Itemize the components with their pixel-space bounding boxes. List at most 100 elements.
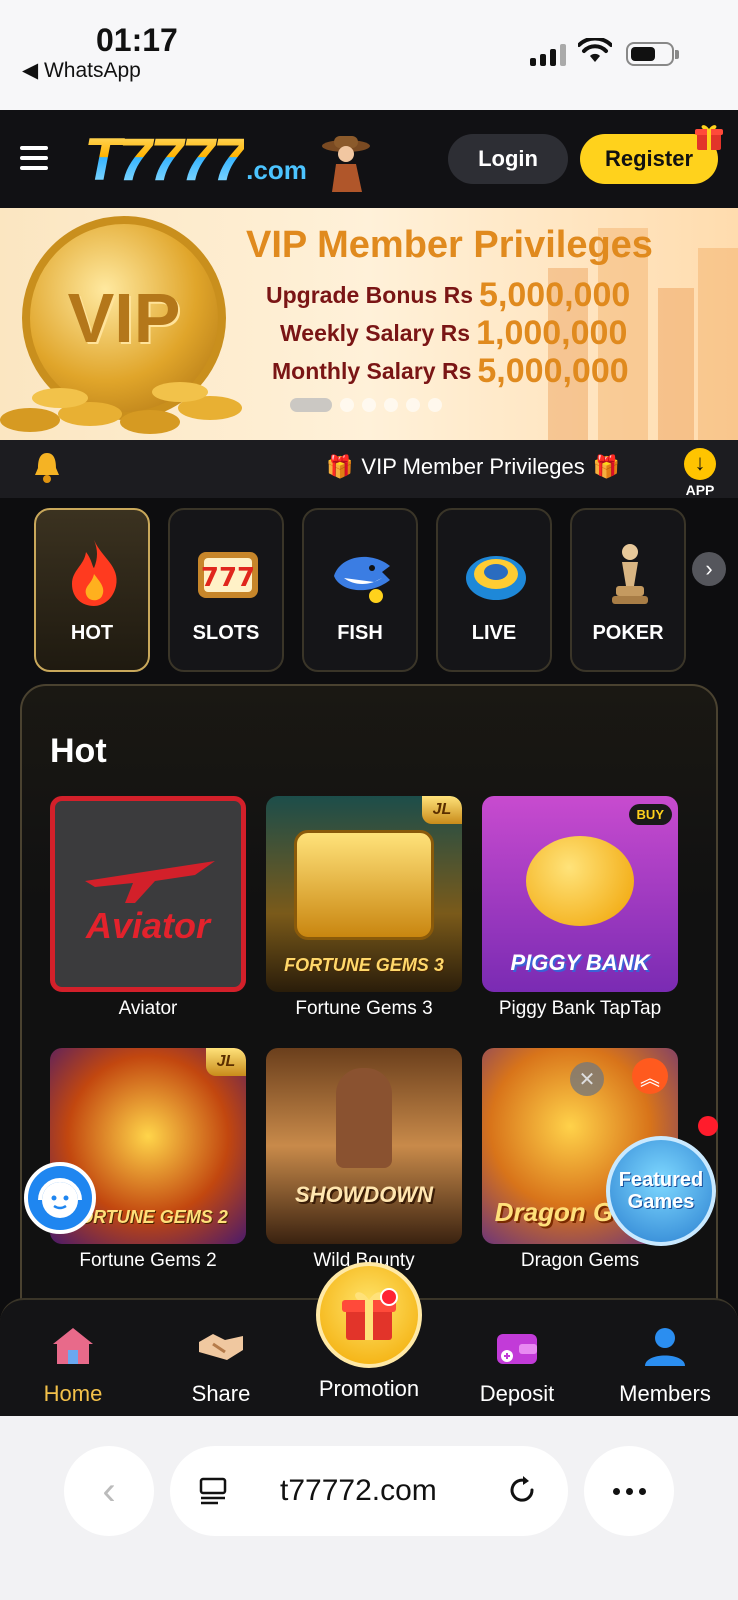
carousel-dot[interactable]	[428, 398, 442, 412]
handshake-icon	[199, 1334, 243, 1360]
airplane-icon	[85, 861, 215, 903]
tab-label: SLOTS	[192, 622, 260, 644]
treasure-chest-icon	[294, 830, 434, 940]
game-thumb-title: FORTUNE GEMS 3	[284, 955, 444, 975]
svg-text:777: 777	[201, 563, 255, 593]
piggy-icon	[526, 836, 634, 926]
nav-share[interactable]: Share	[156, 1322, 286, 1407]
tab-label: FISH	[337, 622, 383, 644]
notification-dot	[698, 1116, 718, 1136]
nav-members[interactable]: Members	[600, 1322, 730, 1407]
section-title: Hot	[50, 732, 107, 770]
game-card-wild-bounty[interactable]: SHOWDOWN Wild Bounty Showdown	[266, 1048, 462, 1274]
site-logo[interactable]: T7777 .com	[84, 128, 307, 192]
reload-icon[interactable]	[506, 1474, 538, 1506]
flame-icon	[72, 540, 117, 606]
browser-toolbar: ‹ t77772.com	[0, 1416, 738, 1600]
download-icon	[684, 448, 716, 480]
game-category-tabs: HOT 777 SLOTS FISH LIVE POKER	[34, 498, 738, 672]
game-name: Fortune Gems 2	[79, 1250, 217, 1271]
ticker-message: 🎁 VIP Member Privileges 🎁	[326, 454, 620, 480]
customer-support-button[interactable]	[24, 1162, 96, 1234]
gift-icon: 🎁	[326, 454, 354, 479]
gift-badge-icon	[695, 125, 723, 150]
cowgirl-icon	[336, 1068, 392, 1168]
featured-games-button[interactable]: Featured Games	[606, 1136, 716, 1246]
banner-row-label: Weekly Salary Rs	[280, 320, 471, 346]
gold-coins-decoration	[0, 382, 242, 434]
game-thumbnail: JL FORTUNE GEMS 3	[266, 796, 462, 992]
carousel-dot[interactable]	[384, 398, 398, 412]
home-icon	[53, 1328, 93, 1364]
url-text: t77772.com	[280, 1474, 437, 1507]
nav-home[interactable]: Home	[8, 1322, 138, 1407]
game-thumbnail: Aviator	[50, 796, 246, 992]
ticker-text: VIP Member Privileges	[361, 454, 585, 479]
tab-live[interactable]: LIVE	[436, 508, 552, 672]
game-thumbnail: BUY PIGGY BANK	[482, 796, 678, 992]
carousel-dots	[290, 398, 442, 412]
signal-icon	[530, 44, 566, 66]
carousel-dot[interactable]	[340, 398, 354, 412]
tab-slots[interactable]: 777 SLOTS	[168, 508, 284, 672]
close-icon[interactable]: ✕	[570, 1062, 604, 1096]
game-card-piggy-bank[interactable]: BUY PIGGY BANK Piggy Bank TapTap	[482, 796, 678, 1020]
gift-icon	[342, 1292, 396, 1340]
announcement-ticker: 🎁 VIP Member Privileges 🎁 APP	[0, 440, 738, 498]
provider-badge: JL	[422, 796, 462, 824]
app-viewport: T7777 .com Login Register VIP VIP Member…	[0, 110, 738, 1416]
nav-deposit[interactable]: Deposit	[452, 1322, 582, 1407]
game-name: Dragon Gems	[520, 1250, 640, 1271]
banner-row-upgrade: Upgrade Bonus Rs 5,000,000	[266, 276, 630, 315]
user-icon	[645, 1328, 685, 1366]
carousel-dot[interactable]	[362, 398, 376, 412]
game-thumbnail: SHOWDOWN	[266, 1048, 462, 1244]
game-card-aviator[interactable]: Aviator Aviator	[50, 796, 246, 1020]
vip-coin-text: VIP	[67, 279, 181, 357]
app-download-link[interactable]: APP	[678, 448, 722, 498]
tab-poker[interactable]: POKER	[570, 508, 686, 672]
bell-icon	[35, 453, 59, 483]
banner-row-amount: 5,000,000	[477, 352, 629, 390]
game-card-fortune-gems-3[interactable]: JL FORTUNE GEMS 3 Fortune Gems 3	[266, 796, 462, 1020]
more-options-button[interactable]	[584, 1446, 674, 1536]
scroll-top-icon[interactable]: ︽	[632, 1058, 668, 1094]
chevron-right-icon[interactable]: ›	[692, 552, 726, 586]
carousel-dot[interactable]	[406, 398, 420, 412]
back-to-app-link[interactable]: ◀ WhatsApp	[22, 58, 141, 83]
provider-badge: JL	[206, 1048, 246, 1076]
carousel-dot[interactable]	[290, 398, 332, 412]
dot	[612, 1487, 620, 1495]
wallet-icon	[497, 1334, 537, 1364]
reader-mode-icon[interactable]	[198, 1476, 228, 1506]
nav-label: Promotion	[318, 1376, 420, 1401]
game-name: Fortune Gems 3	[295, 998, 433, 1019]
address-bar[interactable]: t77772.com	[170, 1446, 568, 1536]
nav-label: Home	[43, 1381, 103, 1406]
logo-wordmark: T7777	[84, 126, 246, 193]
tab-fish[interactable]: FISH	[302, 508, 418, 672]
game-card-fortune-gems-2[interactable]: JL FORTUNE GEMS 2 Fortune Gems 2	[50, 1048, 246, 1272]
banner-row-amount: 5,000,000	[479, 276, 631, 314]
nav-label: Deposit	[479, 1381, 555, 1406]
login-button[interactable]: Login	[448, 134, 568, 184]
dot	[638, 1487, 646, 1495]
status-bar: 01:17 ◀ WhatsApp	[0, 0, 738, 110]
game-name: Aviator	[118, 998, 178, 1019]
game-thumb-title: Aviator	[85, 905, 211, 946]
promo-banner[interactable]: VIP VIP Member Privileges Upgrade Bonus …	[0, 208, 738, 440]
app-download-label: APP	[685, 482, 715, 498]
dot	[625, 1487, 633, 1495]
banner-row-monthly: Monthly Salary Rs 5,000,000	[272, 352, 629, 391]
hamburger-menu-icon[interactable]	[20, 146, 48, 170]
tab-label: HOT	[70, 622, 114, 644]
tab-hot[interactable]: HOT	[34, 508, 150, 672]
headset-icon	[38, 1178, 82, 1218]
promotion-gift-button[interactable]	[316, 1262, 422, 1368]
tab-label: POKER	[592, 622, 664, 644]
tab-label: LIVE	[471, 622, 517, 644]
game-name: Piggy Bank TapTap	[498, 998, 662, 1019]
banner-row-label: Monthly Salary Rs	[272, 358, 472, 384]
nav-promotion[interactable]: Promotion	[304, 1376, 434, 1402]
browser-back-button[interactable]: ‹	[64, 1446, 154, 1536]
